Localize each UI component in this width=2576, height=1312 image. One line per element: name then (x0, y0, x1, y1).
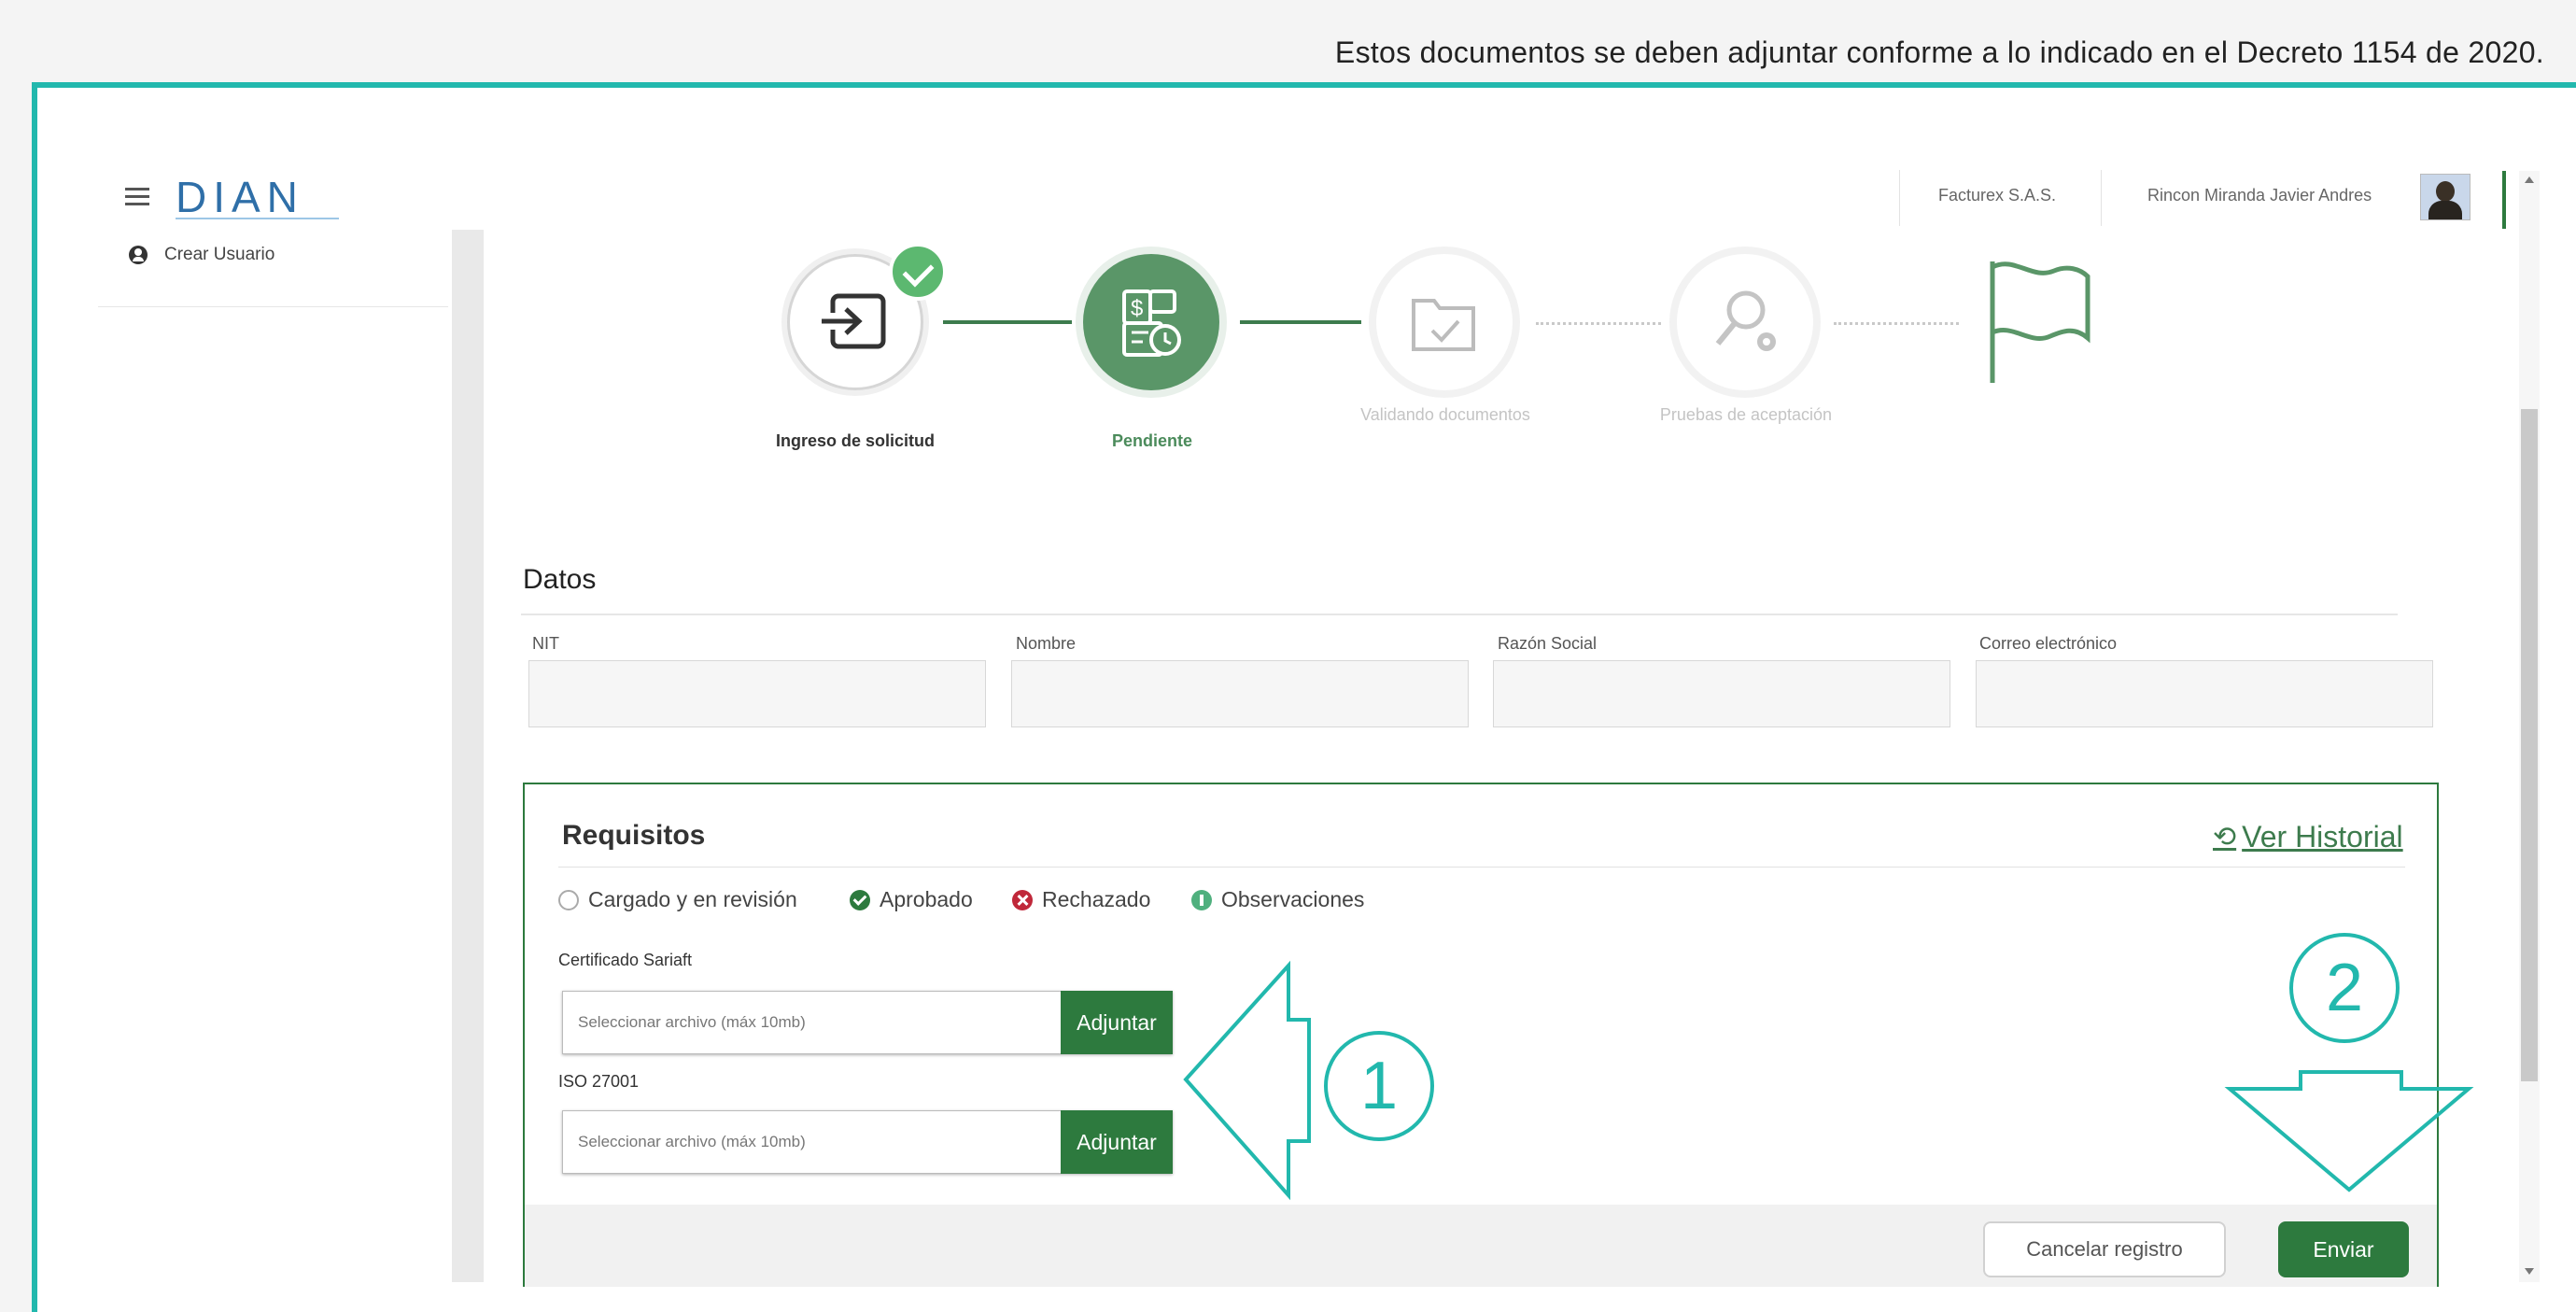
scroll-down-icon[interactable] (2525, 1268, 2534, 1275)
sariaft-adjuntar-button[interactable]: Adjuntar (1061, 991, 1173, 1054)
scroll-thumb[interactable] (2521, 409, 2538, 1081)
ver-historial-link[interactable]: ⟲ Ver Historial (2213, 820, 2403, 854)
iso-adjuntar-button[interactable]: Adjuntar (1061, 1110, 1173, 1174)
scroll-up-icon[interactable] (2525, 176, 2534, 183)
sariaft-file-input[interactable]: Seleccionar archivo (máx 10mb) (562, 991, 1061, 1054)
step-pruebas (1677, 254, 1813, 390)
check-icon (889, 243, 947, 301)
company-name[interactable]: Facturex S.A.S. (1938, 186, 2056, 205)
send-button[interactable]: Enviar (2278, 1221, 2409, 1277)
step-pendiente: $ (1083, 254, 1219, 390)
nit-field[interactable] (528, 660, 986, 727)
cancel-button[interactable]: Cancelar registro (1983, 1221, 2226, 1277)
razon-social-label: Razón Social (1498, 634, 1598, 653)
payment-document-icon: $ (1122, 289, 1181, 357)
correo-label: Correo electrónico (1979, 634, 2118, 653)
iso-upload: Seleccionar archivo (máx 10mb) Adjuntar (562, 1110, 1173, 1174)
annotation-arrow-left-icon (1183, 960, 1311, 1201)
sariaft-upload: Seleccionar archivo (máx 10mb) Adjuntar (562, 991, 1173, 1054)
step-label-pendiente: Pendiente (1111, 431, 1193, 450)
iso-label: ISO 27001 (558, 1072, 640, 1091)
iso-file-input[interactable]: Seleccionar archivo (máx 10mb) (562, 1110, 1061, 1174)
requisitos-title: Requisitos (562, 820, 706, 851)
step-validando (1376, 254, 1513, 390)
legend-rechazado: Rechazado (1012, 887, 1150, 912)
header-accent (2502, 171, 2506, 229)
legend-aprobado: Aprobado (850, 887, 973, 912)
legend-cargado: Cargado y en revisión (558, 887, 797, 912)
content-gutter (452, 230, 484, 1282)
user-circle-icon (129, 246, 148, 264)
avatar[interactable] (2420, 174, 2470, 220)
history-icon: ⟲ (2213, 822, 2237, 853)
legend-observaciones: Observaciones (1191, 887, 1364, 912)
scrollbar[interactable] (2519, 171, 2540, 1282)
sidebar-item-crear-usuario[interactable]: Crear Usuario (129, 245, 274, 265)
info-icon (1191, 889, 1212, 910)
sariaft-label: Certificado Sariaft (558, 951, 693, 969)
dian-logo: DIAN (176, 172, 344, 228)
datos-title: Datos (523, 564, 597, 595)
rejected-icon (1012, 889, 1033, 910)
search-gear-icon (1715, 290, 1776, 351)
menu-icon[interactable] (125, 188, 149, 205)
decree-note: Estos documentos se deben adjuntar confo… (1334, 35, 2544, 69)
step-label-validando: Validando documentos (1360, 405, 1530, 424)
nit-label: NIT (532, 634, 559, 653)
nombre-field[interactable] (1011, 660, 1469, 727)
step-label-ingreso: Ingreso de solicitud (775, 431, 936, 450)
annotation-two: 2 (2289, 933, 2400, 1043)
step-label-pruebas: Pruebas de aceptación (1659, 405, 1833, 424)
flag-icon (1990, 261, 2090, 383)
nombre-label: Nombre (1016, 634, 1077, 653)
top-note-bar: Estos documentos se deben adjuntar confo… (0, 0, 2576, 82)
annotation-one: 1 (1324, 1031, 1434, 1141)
folder-check-icon (1412, 299, 1475, 351)
correo-field[interactable] (1976, 660, 2433, 727)
svg-text:$: $ (1131, 296, 1143, 321)
upload-icon (558, 889, 579, 910)
annotation-arrow-down-icon (2224, 1070, 2474, 1192)
razon-social-field[interactable] (1493, 660, 1950, 727)
approved-icon (850, 889, 870, 910)
user-name[interactable]: Rincon Miranda Javier Andres (2147, 186, 2372, 205)
